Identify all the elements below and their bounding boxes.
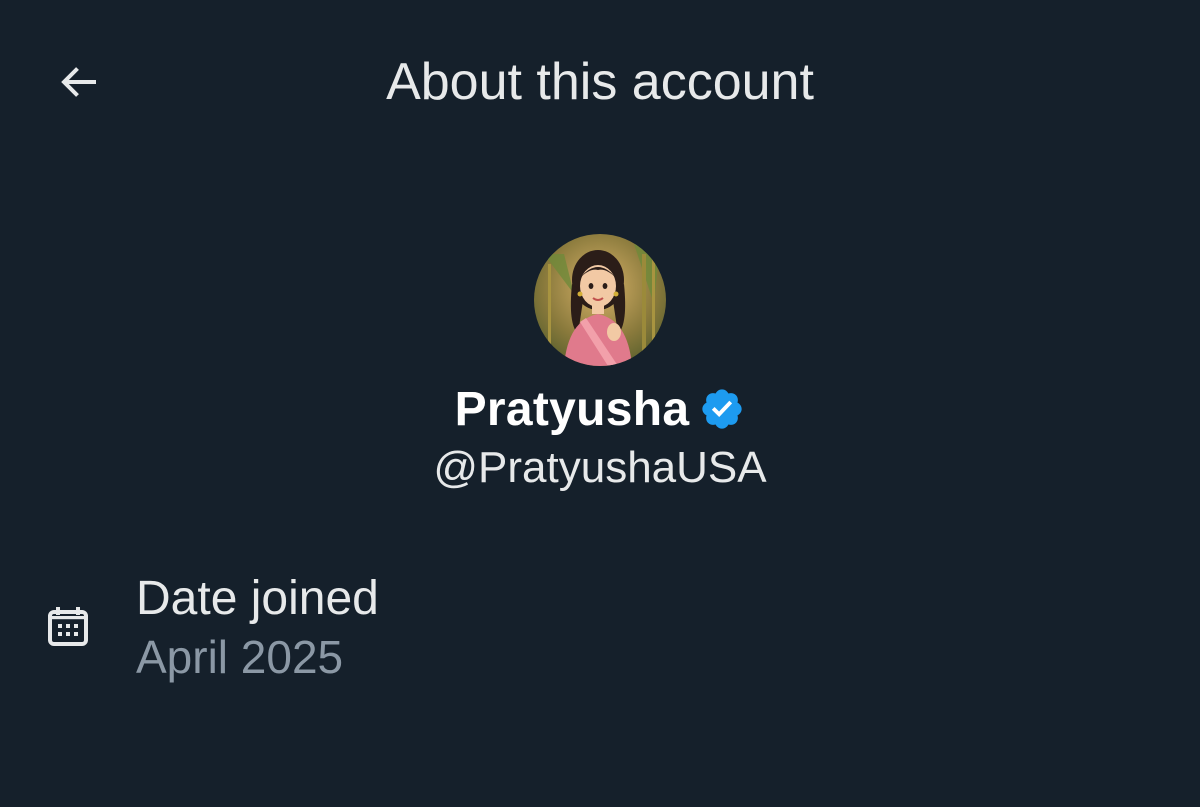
arrow-left-icon xyxy=(61,67,96,97)
display-name: Pratyusha xyxy=(454,382,690,436)
calendar-icon xyxy=(44,602,92,650)
verified-badge-icon xyxy=(699,386,745,432)
date-joined-row: Date joined April 2025 xyxy=(0,568,1200,688)
back-button[interactable] xyxy=(40,44,116,120)
page-title: About this account xyxy=(386,53,814,111)
profile-summary: Pratyusha @PratyushaUSA xyxy=(0,234,1200,498)
date-joined-label: Date joined xyxy=(136,572,379,625)
user-handle: @PratyushaUSA xyxy=(433,443,767,492)
top-bar: About this account xyxy=(0,0,1200,165)
name-row: Pratyusha xyxy=(455,374,746,444)
date-joined-value: April 2025 xyxy=(136,631,344,683)
avatar-image xyxy=(534,234,666,366)
avatar[interactable] xyxy=(534,234,666,366)
